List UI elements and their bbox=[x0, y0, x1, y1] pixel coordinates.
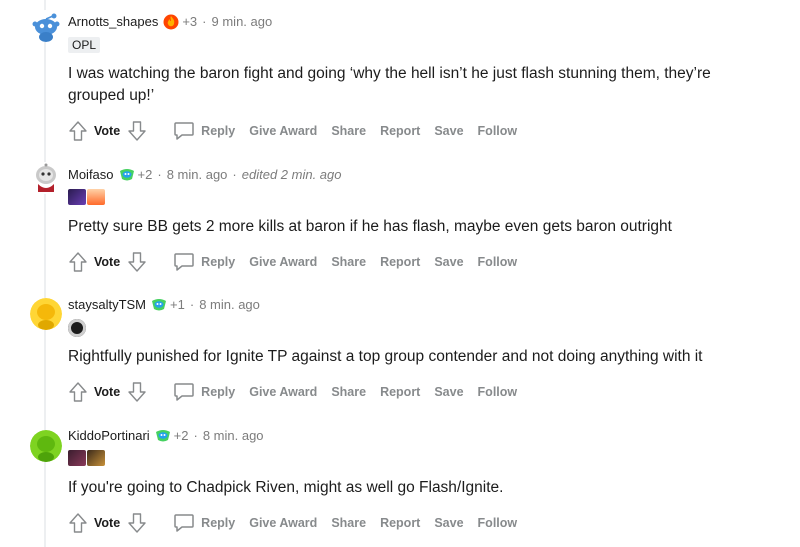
thread-line[interactable] bbox=[44, 0, 46, 547]
vote-count: Vote bbox=[94, 516, 121, 530]
separator-dot: · bbox=[189, 297, 195, 312]
separator-dot: · bbox=[202, 14, 207, 29]
comment-actions: Vote Reply Give Award Share Report Save … bbox=[68, 511, 517, 535]
follow-button[interactable]: Follow bbox=[478, 516, 518, 530]
reply-label: Reply bbox=[201, 385, 236, 399]
award-count[interactable]: +1 bbox=[170, 297, 185, 313]
save-button[interactable]: Save bbox=[434, 124, 463, 138]
follow-button[interactable]: Follow bbox=[478, 385, 518, 399]
user-flair-icons bbox=[68, 319, 86, 337]
reply-button[interactable]: Reply bbox=[173, 252, 235, 272]
champion-flair-icon bbox=[87, 450, 105, 466]
comment-actions: Vote Reply Give Award Share Report Save … bbox=[68, 380, 517, 404]
comment-body: Pretty sure BB gets 2 more kills at baro… bbox=[68, 218, 672, 235]
comment-body: Rightfully punished for Ignite TP agains… bbox=[68, 348, 703, 365]
save-button[interactable]: Save bbox=[434, 385, 463, 399]
robot-avatar-icon[interactable] bbox=[30, 162, 62, 194]
comment-meta: Moifaso +2 · 8 min. ago · edited 2 min. … bbox=[68, 167, 341, 183]
reply-button[interactable]: Reply bbox=[173, 121, 235, 141]
reply-label: Reply bbox=[201, 124, 236, 138]
separator-dot: · bbox=[157, 167, 162, 182]
reply-button[interactable]: Reply bbox=[173, 513, 235, 533]
reply-label: Reply bbox=[201, 255, 236, 269]
yellow-avatar-icon[interactable] bbox=[30, 298, 62, 330]
champion-flair-icon bbox=[68, 450, 86, 466]
save-button[interactable]: Save bbox=[434, 516, 463, 530]
edited-label: edited 2 min. ago bbox=[241, 167, 342, 182]
green-avatar-icon[interactable] bbox=[30, 430, 62, 462]
comment-actions: Vote Reply Give Award Share Report Save … bbox=[68, 119, 517, 143]
fire-award-icon[interactable] bbox=[163, 14, 179, 30]
comment-meta: Arnotts_shapes +3 · 9 min. ago bbox=[68, 14, 272, 30]
separator-dot: · bbox=[193, 428, 198, 443]
tsm-logo-icon bbox=[68, 319, 86, 337]
follow-button[interactable]: Follow bbox=[478, 124, 518, 138]
comment-body: If you're going to Chadpick Riven, might… bbox=[68, 479, 504, 496]
timestamp[interactable]: 9 min. ago bbox=[212, 14, 273, 30]
follow-button[interactable]: Follow bbox=[478, 255, 518, 269]
comment-bubble-icon bbox=[174, 514, 194, 532]
report-button[interactable]: Report bbox=[380, 255, 420, 269]
give-award-button[interactable]: Give Award bbox=[249, 124, 317, 138]
comment-meta: staysaltyTSM +1 · 8 min. ago bbox=[68, 297, 260, 313]
downvote-icon[interactable] bbox=[127, 120, 147, 142]
report-button[interactable]: Report bbox=[380, 124, 420, 138]
save-button[interactable]: Save bbox=[434, 255, 463, 269]
user-flair-icons bbox=[68, 189, 105, 205]
vote-count: Vote bbox=[94, 255, 121, 269]
upvote-icon[interactable] bbox=[68, 120, 88, 142]
timestamp[interactable]: 8 min. ago bbox=[203, 428, 264, 444]
report-button[interactable]: Report bbox=[380, 385, 420, 399]
upvote-icon[interactable] bbox=[68, 381, 88, 403]
helpful-award-icon[interactable] bbox=[119, 167, 135, 183]
snoo-avatar-icon[interactable] bbox=[30, 10, 62, 42]
upvote-icon[interactable] bbox=[68, 251, 88, 273]
share-button[interactable]: Share bbox=[331, 255, 366, 269]
timestamp[interactable]: 8 min. ago bbox=[199, 297, 260, 313]
upvote-icon[interactable] bbox=[68, 512, 88, 534]
downvote-icon[interactable] bbox=[127, 381, 147, 403]
author-name[interactable]: Arnotts_shapes bbox=[68, 14, 158, 30]
separator-dot: · bbox=[232, 167, 237, 182]
report-button[interactable]: Report bbox=[380, 516, 420, 530]
vote-count: Vote bbox=[94, 124, 121, 138]
share-button[interactable]: Share bbox=[331, 124, 366, 138]
award-count[interactable]: +2 bbox=[174, 428, 189, 444]
helpful-award-icon[interactable] bbox=[151, 297, 167, 313]
champion-flair-icon bbox=[68, 189, 86, 205]
give-award-button[interactable]: Give Award bbox=[249, 516, 317, 530]
downvote-icon[interactable] bbox=[127, 512, 147, 534]
timestamp[interactable]: 8 min. ago bbox=[167, 167, 228, 183]
give-award-button[interactable]: Give Award bbox=[249, 385, 317, 399]
user-flair-icons bbox=[68, 450, 105, 466]
award-count[interactable]: +3 bbox=[182, 14, 197, 30]
author-name[interactable]: KiddoPortinari bbox=[68, 428, 150, 444]
comment-body: I was watching the baron fight and going… bbox=[68, 65, 711, 104]
comment-actions: Vote Reply Give Award Share Report Save … bbox=[68, 250, 517, 274]
comment-bubble-icon bbox=[174, 383, 194, 401]
reply-button[interactable]: Reply bbox=[173, 382, 235, 402]
comment-bubble-icon bbox=[174, 253, 194, 271]
vote-count: Vote bbox=[94, 385, 121, 399]
comment-meta: KiddoPortinari +2 · 8 min. ago bbox=[68, 428, 264, 444]
share-button[interactable]: Share bbox=[331, 516, 366, 530]
award-count[interactable]: +2 bbox=[138, 167, 153, 183]
fire-flair-icon bbox=[87, 189, 105, 205]
reply-label: Reply bbox=[201, 516, 236, 530]
author-name[interactable]: staysaltyTSM bbox=[68, 297, 146, 313]
helpful-award-icon[interactable] bbox=[155, 428, 171, 444]
share-button[interactable]: Share bbox=[331, 385, 366, 399]
author-name[interactable]: Moifaso bbox=[68, 167, 114, 183]
give-award-button[interactable]: Give Award bbox=[249, 255, 317, 269]
downvote-icon[interactable] bbox=[127, 251, 147, 273]
comment-bubble-icon bbox=[174, 122, 194, 140]
user-flair: OPL bbox=[68, 37, 101, 53]
